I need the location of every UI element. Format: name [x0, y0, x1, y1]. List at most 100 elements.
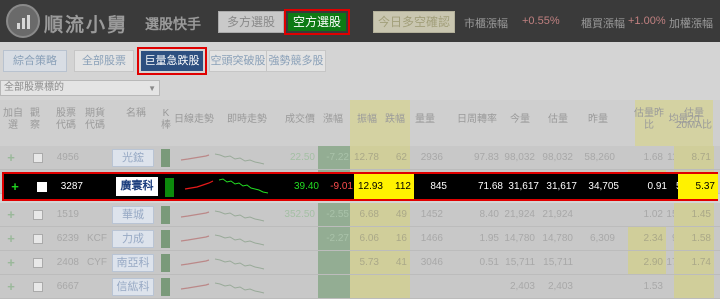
tab-all-stocks[interactable]: 全部股票: [74, 50, 134, 72]
watch-checkbox[interactable]: [33, 258, 43, 268]
cell-warrant: [82, 275, 112, 298]
cell-days: 16: [382, 227, 410, 250]
add-watchlist-icon[interactable]: +: [4, 146, 18, 169]
day-trend-sparkline: [180, 283, 210, 290]
cell-warrant: [82, 203, 112, 226]
cell-vol_prev: 6,309: [589, 233, 615, 244]
col-warrant: 期貨代碼: [85, 108, 105, 131]
cell-turnover: [458, 275, 502, 298]
brand-title: 順流小舅: [44, 15, 129, 36]
cell-amp: 5.73: [350, 251, 382, 274]
active-tab-highlight: 巨量急跌股: [137, 47, 207, 75]
cell-code: 1519: [56, 209, 79, 220]
long-screener-button[interactable]: 多方選股: [218, 11, 284, 33]
stock-name[interactable]: 華城: [112, 206, 154, 224]
watch-checkbox[interactable]: [33, 153, 43, 163]
day-trend-sparkline: [180, 211, 210, 218]
watch-checkbox[interactable]: [33, 234, 43, 244]
cell-price: [268, 275, 318, 298]
col-name: 名稱: [126, 108, 146, 119]
select-value: 全部股票標的: [4, 82, 64, 93]
watch-checkbox[interactable]: [33, 210, 43, 220]
col-intraday: 即時走勢: [227, 114, 267, 125]
tab-strong-short[interactable]: 強勢競多股: [266, 50, 326, 72]
add-watchlist-icon[interactable]: +: [8, 174, 22, 199]
cell-ratio20: 1.58: [674, 227, 714, 250]
tab-overview[interactable]: 綜合策略: [3, 50, 67, 72]
col-k: K棒: [161, 108, 171, 131]
table-header: 加自選 觀察 股票代碼 期貨代碼 名稱 K棒 日線走勢 即時走勢 成交價 漲幅 …: [0, 100, 720, 146]
cell-turnover: 0.51: [479, 257, 499, 268]
day-trend-sparkline: [180, 154, 210, 161]
add-watchlist-icon[interactable]: +: [4, 227, 18, 250]
cell-vol_prev: 34,705: [588, 181, 619, 192]
cell-est_ratio: 1.68: [643, 152, 663, 163]
table-row[interactable]: + 力成 6239 KCF -2.27 6.06 16 1466 1.95 14,780 14,78…: [0, 227, 720, 251]
stock-name[interactable]: 南亞科: [112, 254, 154, 272]
cell-ratio20: [674, 275, 714, 298]
cell-est_ratio: 2.34: [628, 227, 666, 250]
cell-change: [318, 275, 352, 298]
stock-name[interactable]: 廣寰科: [116, 177, 158, 196]
cell-warrant: [86, 174, 116, 199]
cell-vol: 1466: [420, 233, 443, 244]
cell-code: 6239: [56, 233, 79, 244]
tab-bear-breakout[interactable]: 空頭突破股: [209, 50, 267, 72]
stock-name[interactable]: 力成: [112, 230, 154, 248]
intraday-sparkline: [214, 153, 265, 165]
col-add: 加自選: [3, 108, 23, 131]
cell-vol: 2936: [420, 152, 443, 163]
stock-name[interactable]: 信紘科: [112, 278, 154, 296]
stock-name[interactable]: 光鋐: [112, 149, 154, 167]
table-row-selected[interactable]: + 廣寰科 3287 39.40 -9.01 12.93 112 845 71.68 31,617…: [2, 172, 718, 201]
cell-ratio20: 5.37: [678, 174, 718, 199]
cell-change: -7.22: [318, 146, 352, 169]
cell-price: [268, 251, 318, 274]
cell-price: 352.50: [284, 209, 315, 220]
tab-volume-drop[interactable]: 巨量急跌股: [141, 51, 203, 71]
cell-amp: 6.68: [350, 203, 382, 226]
add-watchlist-icon[interactable]: +: [4, 203, 18, 226]
cell-code: 3287: [60, 181, 83, 192]
cell-vol_est: 31,617: [546, 181, 577, 192]
cell-est_ratio: 1.02: [643, 209, 663, 220]
cell-code: 6667: [56, 281, 79, 292]
cell-amp: 12.93: [354, 174, 386, 199]
cell-amp: 12.78: [350, 146, 382, 169]
watch-checkbox[interactable]: [33, 282, 43, 292]
short-screener-highlight: 空方選股: [284, 9, 350, 35]
market-value-otc: +0.55%: [522, 15, 560, 27]
cell-turnover: 71.68: [477, 181, 503, 192]
cell-vol_prev: 58,260: [584, 152, 615, 163]
table-row[interactable]: + 光鋐 4956 22.50 -7.22 12.78 62 2936 97.83 98,032 9…: [0, 146, 720, 170]
chevron-down-icon: ▼: [148, 84, 156, 93]
col-code: 股票代碼: [56, 108, 76, 131]
day-trend-sparkline: [180, 235, 210, 242]
cell-change: -9.01: [330, 181, 353, 192]
add-watchlist-icon[interactable]: +: [4, 251, 18, 274]
cell-vol_now: 98,032: [504, 152, 535, 163]
cell-price: 39.40: [293, 181, 319, 192]
cell-vol: 1452: [420, 209, 443, 220]
table-row[interactable]: + 南亞科 2408 CYF 5.73 41 3046 0.51 15,711 15,711 2.9…: [0, 251, 720, 275]
app-header: 順流小舅 選股快手 多方選股 空方選股 今日多空確認 市櫃漲幅 +0.55% 櫃…: [0, 0, 720, 42]
market-label-tpex: 櫃買漲幅: [581, 18, 625, 30]
add-watchlist-icon[interactable]: +: [4, 275, 18, 298]
table-row[interactable]: + 信紘科 6667 2,403 2,403 1.53: [0, 275, 720, 299]
table-row[interactable]: + 華城 1519 352.50 -2.55 6.68 49 1452 8.40 21,924 21…: [0, 203, 720, 227]
watch-checkbox[interactable]: [37, 182, 47, 192]
cell-days: 62: [382, 146, 410, 169]
stock-universe-select[interactable]: 全部股票標的 ▼: [0, 80, 160, 96]
k-bar-icon: [161, 206, 170, 224]
cell-ratio20: 8.71: [674, 146, 714, 169]
cell-vol_est: 98,032: [542, 152, 573, 163]
today-confirm-button[interactable]: 今日多空確認: [373, 11, 455, 33]
cell-vol_prev: [576, 251, 618, 274]
market-label-taiex: 加權漲幅: [669, 18, 713, 30]
cell-price: 22.50: [289, 152, 315, 163]
cell-change: -2.27: [318, 227, 352, 250]
cell-vol_est: 15,711: [543, 257, 573, 268]
short-screener-button[interactable]: 空方選股: [288, 13, 346, 31]
k-bar-icon: [161, 230, 170, 248]
col-est-ratio: 估量昨比: [634, 108, 664, 131]
